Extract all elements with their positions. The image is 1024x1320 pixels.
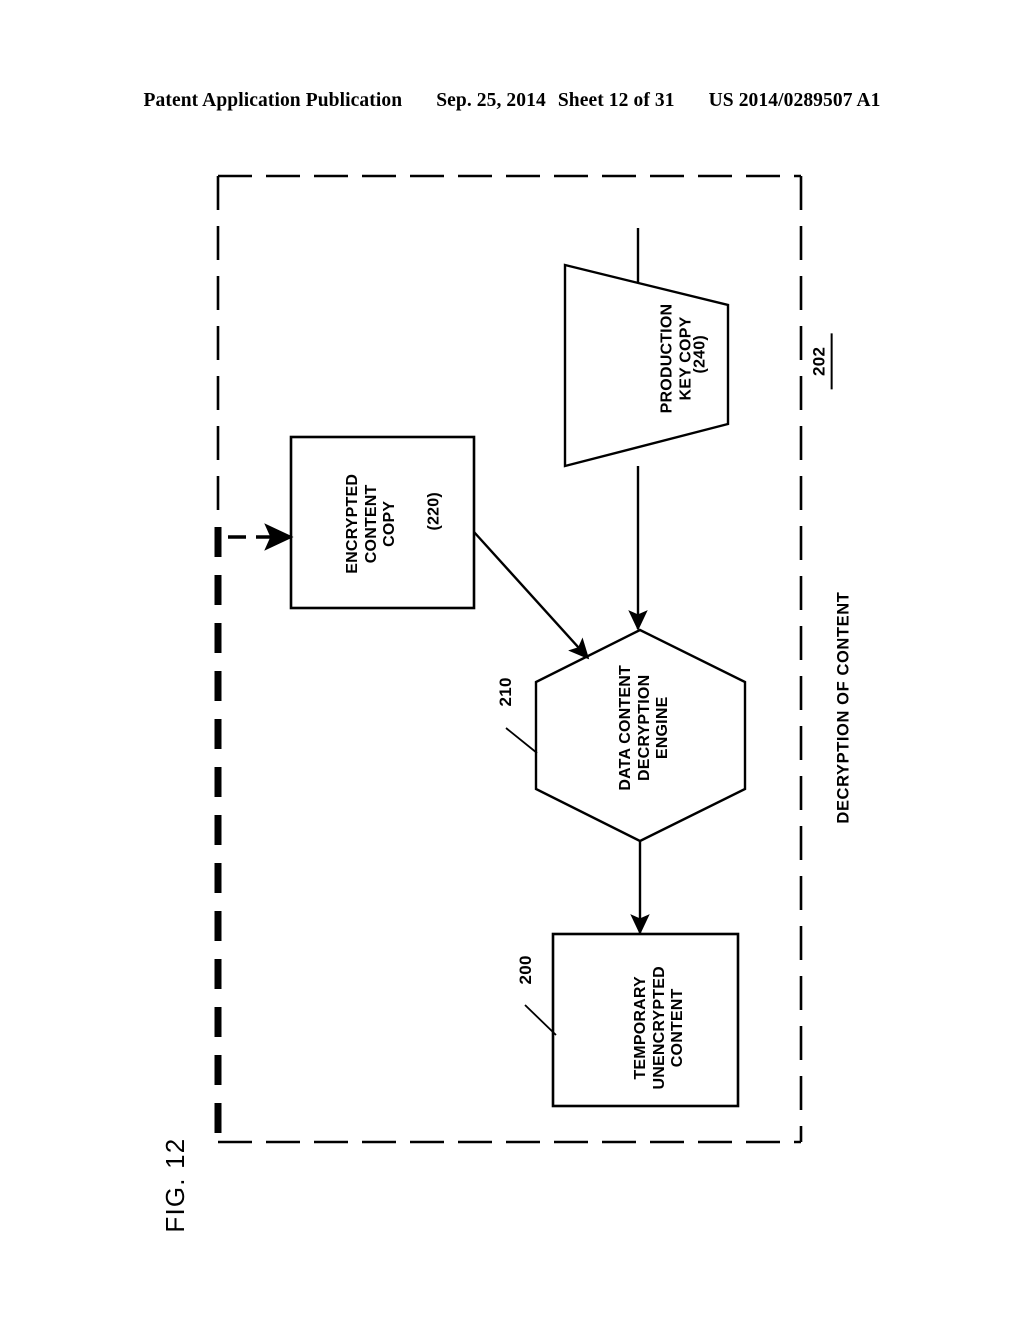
node-decryption-engine-shape <box>534 628 747 843</box>
leader-line-210 <box>505 727 538 754</box>
figure-drawing <box>214 174 803 1144</box>
arrow-content-to-engine <box>473 531 590 660</box>
node-encrypted-content-copy-shape <box>289 435 476 610</box>
node-temporary-unencrypted-content-shape <box>551 932 740 1108</box>
patent-figure: PRODUCTION KEY COPY (240) ENCRYPTED CONT… <box>0 0 1024 1320</box>
node-production-key-copy-shape <box>563 263 730 468</box>
leader-line-200 <box>524 1004 557 1036</box>
